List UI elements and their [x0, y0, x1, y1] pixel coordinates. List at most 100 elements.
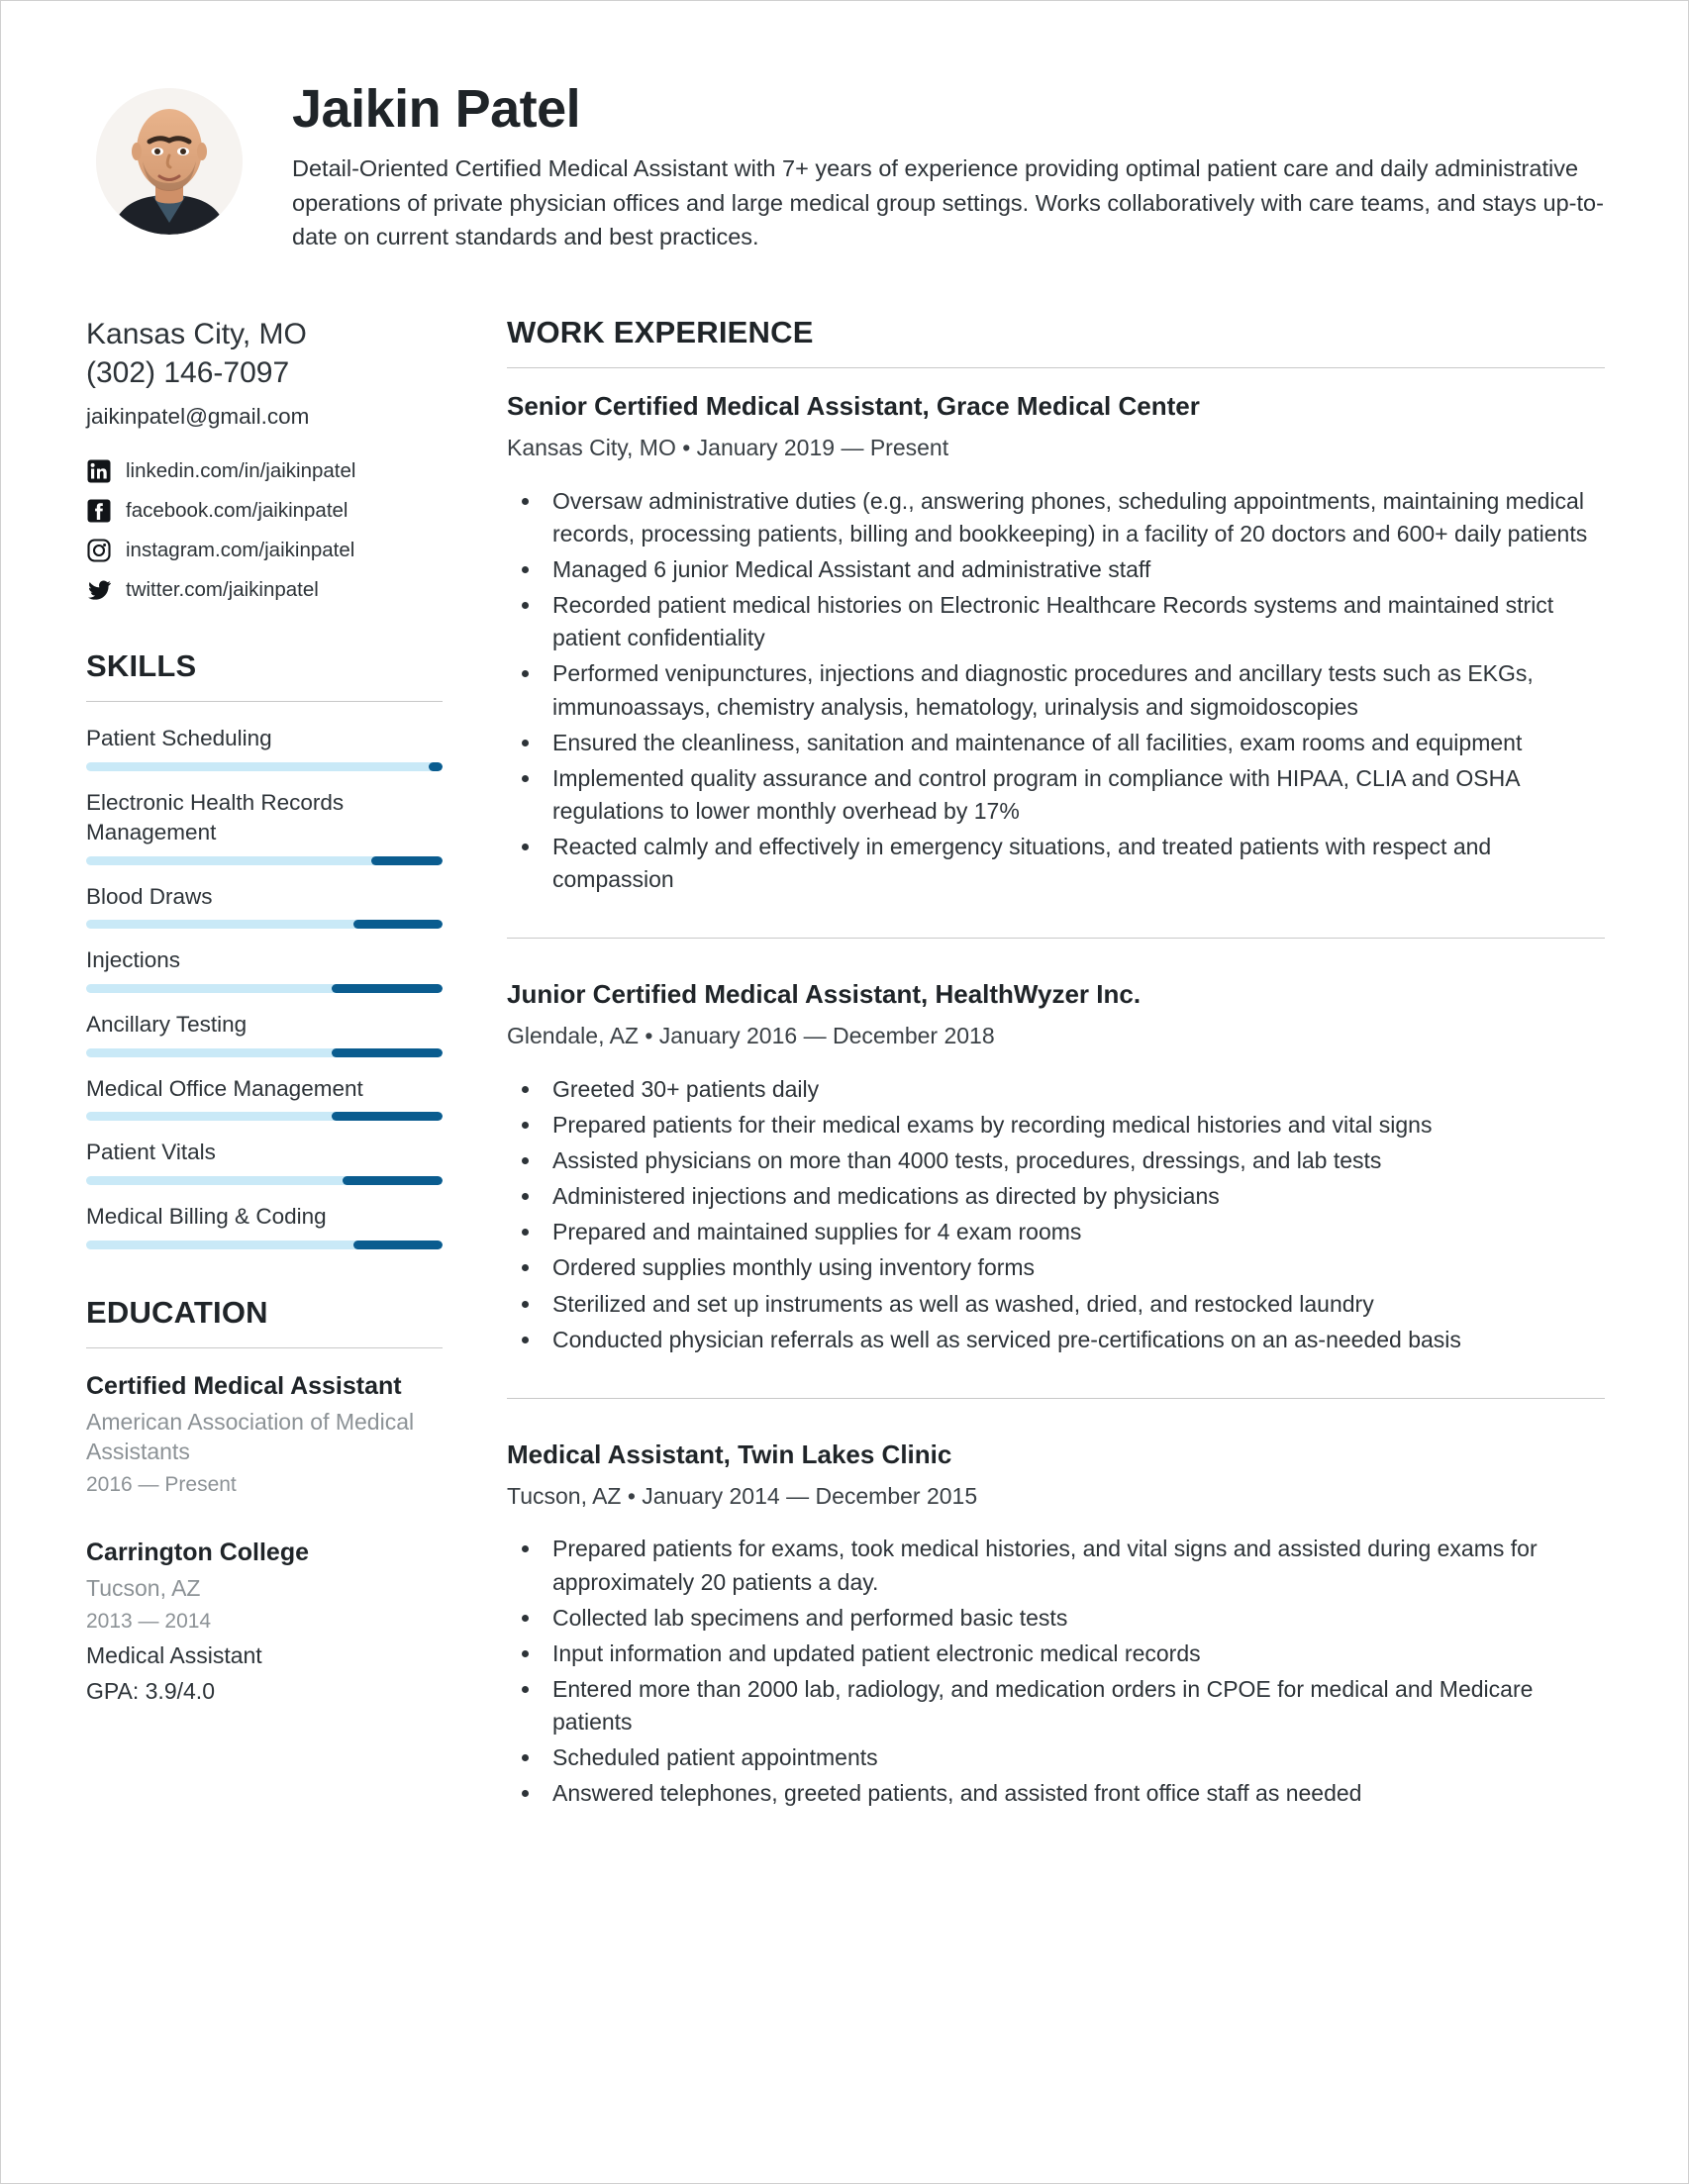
job-bullet: Assisted physicians on more than 4000 te… [543, 1144, 1605, 1177]
education-school: Tucson, AZ [86, 1575, 201, 1602]
skill-progress-fill [353, 920, 443, 930]
job-bullets: Greeted 30+ patients daily Prepared pati… [507, 1073, 1605, 1356]
social-link-linkedin[interactable]: linkedin.com/in/jaikinpatel [86, 458, 443, 484]
job-meta: Tucson, AZ • January 2014 — December 201… [507, 1482, 978, 1509]
contact-phone: (302) 146-7097 [86, 356, 290, 390]
job-bullet: Performed venipunctures, injections and … [543, 657, 1605, 723]
twitter-icon [86, 577, 112, 603]
job-bullet: Input information and updated patient el… [543, 1638, 1605, 1670]
job-meta: Kansas City, MO • January 2019 — Present [507, 435, 949, 460]
job-entry: Senior Certified Medical Assistant, Grac… [507, 390, 1605, 896]
job-bullet: Greeted 30+ patients daily [543, 1073, 1605, 1106]
resume-page: Jaikin Patel Detail-Oriented Certified M… [0, 0, 1689, 2184]
job-bullet: Prepared and maintained supplies for 4 e… [543, 1216, 1605, 1248]
social-link-label: linkedin.com/in/jaikinpatel [126, 459, 356, 483]
social-link-label: instagram.com/jaikinpatel [126, 539, 355, 562]
job-bullet: Recorded patient medical histories on El… [543, 589, 1605, 654]
social-link-label: twitter.com/jaikinpatel [126, 578, 319, 602]
skill-label: Patient Scheduling [86, 726, 272, 751]
skill-item: Blood Draws [86, 882, 443, 930]
education-degree: Certified Medical Assistant [86, 1371, 402, 1400]
skill-label: Injections [86, 947, 181, 973]
skill-progress [86, 1047, 443, 1057]
skill-progress-fill [332, 1112, 443, 1122]
skill-item: Electronic Health Records Management [86, 788, 443, 865]
job-bullet: Collected lab specimens and performed ba… [543, 1602, 1605, 1635]
contact-email: jaikinpatel@gmail.com [86, 404, 310, 430]
education-list: Certified Medical Assistant American Ass… [86, 1370, 443, 1707]
profile-photo-icon [96, 88, 243, 235]
education-dates: 2013 — 2014 [86, 1610, 212, 1634]
contact-location: Kansas City, MO [86, 318, 307, 351]
job-entry: Medical Assistant, Twin Lakes Clinic Tuc… [507, 1439, 1605, 1811]
skills-list: Patient Scheduling Electronic Health Rec… [86, 724, 443, 1249]
job-title: Medical Assistant, Twin Lakes Clinic [507, 1439, 952, 1469]
skill-progress-fill [371, 855, 443, 865]
education-item: Carrington College Tucson, AZ 2013 — 201… [86, 1537, 443, 1707]
skill-progress [86, 1175, 443, 1185]
education-dates: 2016 — Present [86, 1473, 237, 1497]
education-heading: EDUCATION [86, 1294, 268, 1330]
education-school: American Association of Medical Assistan… [86, 1408, 415, 1465]
job-bullet: Answered telephones, greeted patients, a… [543, 1777, 1605, 1810]
job-bullet: Conducted physician referrals as well as… [543, 1324, 1605, 1356]
skill-progress [86, 855, 443, 865]
job-bullet: Prepared patients for exams, took medica… [543, 1533, 1605, 1598]
work-experience-heading: WORK EXPERIENCE [507, 315, 814, 350]
main-content: WORK EXPERIENCE Senior Certified Medical… [507, 315, 1605, 1813]
skill-progress [86, 1240, 443, 1249]
job-bullets: Prepared patients for exams, took medica… [507, 1533, 1605, 1810]
job-bullet: Implemented quality assurance and contro… [543, 762, 1605, 828]
skill-item: Injections [86, 945, 443, 993]
job-bullet: Ordered supplies monthly using inventory… [543, 1251, 1605, 1284]
skill-progress-fill [332, 983, 443, 993]
social-link-facebook[interactable]: facebook.com/jaikinpatel [86, 498, 443, 524]
skill-progress-fill [353, 1240, 443, 1249]
skill-label: Blood Draws [86, 883, 213, 909]
job-title: Senior Certified Medical Assistant, Grac… [507, 391, 1200, 422]
job-meta: Glendale, AZ • January 2016 — December 2… [507, 1023, 995, 1048]
job-bullet: Ensured the cleanliness, sanitation and … [543, 727, 1605, 759]
skill-label: Patient Vitals [86, 1140, 216, 1165]
job-bullet: Prepared patients for their medical exam… [543, 1109, 1605, 1142]
profile-summary: Detail-Oriented Certified Medical Assist… [292, 155, 1604, 249]
job-bullet: Administered injections and medications … [543, 1180, 1605, 1213]
social-link-twitter[interactable]: twitter.com/jaikinpatel [86, 577, 443, 603]
skill-progress-fill [332, 1047, 443, 1057]
social-link-instagram[interactable]: instagram.com/jaikinpatel [86, 538, 443, 563]
facebook-icon [86, 498, 112, 524]
sidebar: Kansas City, MO (302) 146-7097 jaikinpat… [86, 315, 443, 1813]
job-bullet: Managed 6 junior Medical Assistant and a… [543, 553, 1605, 586]
skill-progress-fill [343, 1175, 443, 1185]
skill-label: Medical Billing & Coding [86, 1203, 327, 1229]
work-experience-divider [507, 367, 1605, 369]
skill-item: Patient Scheduling [86, 724, 443, 772]
skill-progress-fill [428, 762, 443, 772]
job-entry: Junior Certified Medical Assistant, Heal… [507, 978, 1605, 1356]
skill-item: Medical Office Management [86, 1074, 443, 1122]
skills-divider [86, 701, 443, 703]
page-title: Jaikin Patel [292, 79, 581, 139]
skills-heading: SKILLS [86, 648, 197, 684]
skill-progress [86, 762, 443, 772]
education-gpa: GPA: 3.9/4.0 [86, 1678, 215, 1705]
education-item: Certified Medical Assistant American Ass… [86, 1370, 443, 1500]
job-bullet: Reacted calmly and effectively in emerge… [543, 831, 1605, 896]
job-divider [507, 1397, 1605, 1399]
avatar [96, 88, 243, 235]
education-program: Medical Assistant [86, 1642, 262, 1669]
skill-item: Medical Billing & Coding [86, 1202, 443, 1249]
skill-label: Medical Office Management [86, 1075, 363, 1101]
resume-header: Jaikin Patel Detail-Oriented Certified M… [86, 80, 1605, 253]
skill-label: Ancillary Testing [86, 1011, 248, 1037]
skill-progress [86, 920, 443, 930]
instagram-icon [86, 538, 112, 563]
skill-progress [86, 1112, 443, 1122]
job-divider [507, 938, 1605, 940]
job-bullet: Scheduled patient appointments [543, 1741, 1605, 1774]
job-bullets: Oversaw administrative duties (e.g., ans… [507, 485, 1605, 896]
linkedin-icon [86, 458, 112, 484]
education-degree: Carrington College [86, 1539, 310, 1567]
resume-sheet: Jaikin Patel Detail-Oriented Certified M… [1, 1, 1688, 2183]
job-bullet: Oversaw administrative duties (e.g., ans… [543, 485, 1605, 550]
